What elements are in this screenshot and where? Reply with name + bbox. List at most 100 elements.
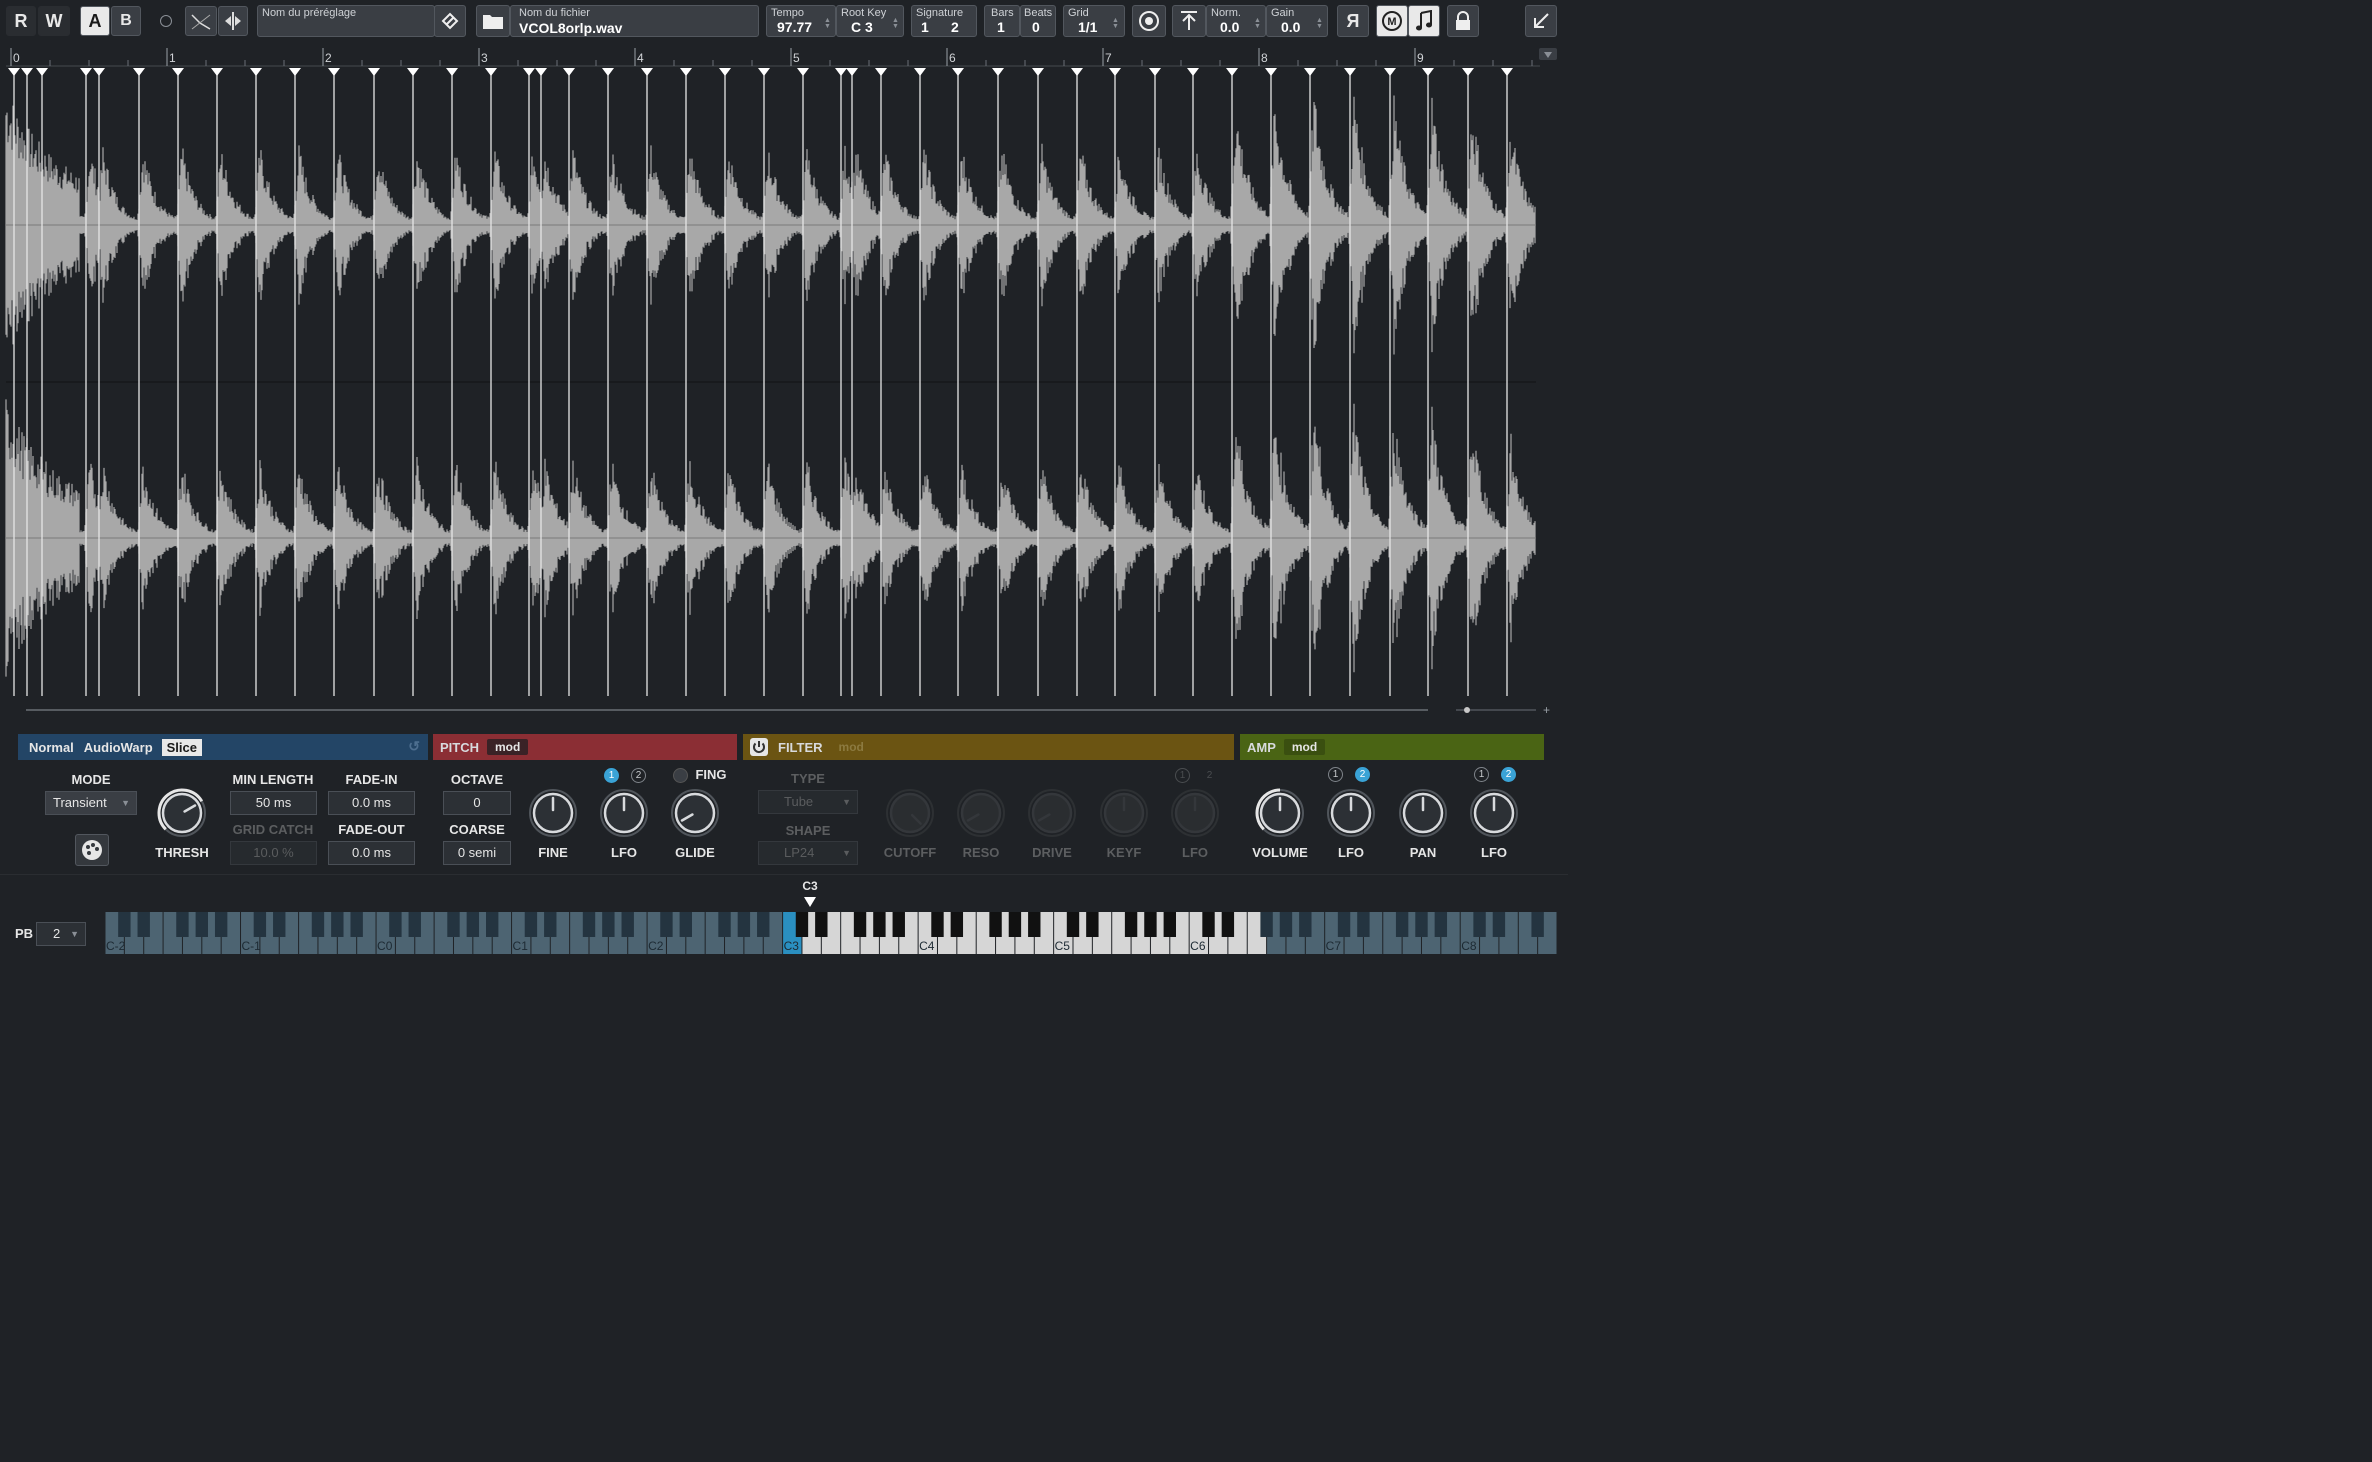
tab-audiowarp[interactable]: AudioWarp	[79, 738, 158, 757]
amp-lfo2-badge-a[interactable]: 2	[1355, 767, 1370, 782]
black-key	[602, 912, 615, 937]
black-key	[1260, 912, 1273, 937]
pb-value: 2	[53, 926, 61, 941]
black-key	[621, 912, 634, 937]
amp-lfo1-knob[interactable]	[1325, 787, 1377, 839]
pb-label: PB	[14, 926, 34, 941]
amp-lfo2-badge-b[interactable]: 2	[1501, 767, 1516, 782]
glide-knob[interactable]	[669, 787, 721, 839]
piano-keyboard[interactable]: C-2 C-1 C0 C1 C2 C3 C4 C5 C6 C7 C8	[105, 912, 1557, 954]
chevron-down-icon: ▼	[842, 797, 851, 807]
fade-out-field[interactable]: 0.0 ms	[328, 841, 415, 865]
tab-normal[interactable]: Normal	[24, 738, 79, 757]
pitch-lfo1-badge[interactable]: 1	[604, 768, 619, 783]
grid-catch-field: 10.0 %	[230, 841, 317, 865]
octave-label: C2	[648, 939, 664, 953]
filter-lfo-label: LFO	[1182, 845, 1208, 860]
filter-type-dropdown: Tube ▼	[758, 790, 858, 814]
volume-knob[interactable]	[1254, 787, 1306, 839]
min-length-label: MIN LENGTH	[232, 772, 314, 787]
filter-header: FILTER mod	[743, 734, 1234, 760]
black-key	[1434, 912, 1448, 937]
black-key	[1279, 912, 1293, 937]
keyf-label: KEYF	[1106, 845, 1142, 860]
reset-icon[interactable]: ↺	[408, 738, 420, 755]
pitch-lfo-label: LFO	[611, 845, 637, 860]
pitch-lfo-knob[interactable]	[598, 787, 650, 839]
black-key	[389, 912, 402, 937]
mode-label: MODE	[71, 772, 111, 787]
bar-number: 7	[1105, 51, 1112, 65]
filter-lfo2-badge: 2	[1206, 770, 1213, 781]
black-key	[1202, 912, 1215, 937]
octave-label: C-2	[106, 939, 126, 953]
min-length-field[interactable]: 50 ms	[230, 791, 317, 815]
filter-type-label: TYPE	[791, 771, 825, 786]
pitch-lfo2-badge[interactable]: 2	[631, 768, 646, 783]
waveform-display[interactable]: 0 1 2 3 4 5 6 7 8 9 +	[0, 0, 1568, 720]
fine-knob[interactable]	[527, 787, 579, 839]
bar-number: 2	[325, 51, 332, 65]
pitch-mod-button[interactable]: mod	[487, 739, 529, 755]
octave-field[interactable]: 0	[443, 791, 511, 815]
coarse-field[interactable]: 0 semi	[443, 841, 511, 865]
root-note-marker: C3	[802, 879, 818, 893]
fade-in-label: FADE-IN	[345, 772, 398, 787]
pan-knob[interactable]	[1397, 787, 1449, 839]
bar-number: 9	[1417, 51, 1424, 65]
filter-mod-button[interactable]: mod	[830, 739, 872, 755]
fing-toggle-icon[interactable]	[673, 768, 688, 783]
pan-label: PAN	[1409, 845, 1437, 860]
black-key	[311, 912, 325, 937]
black-key	[679, 912, 692, 937]
octave-label: OCTAVE	[450, 772, 504, 787]
black-key	[989, 912, 1002, 937]
black-key	[1028, 912, 1041, 937]
palette-button[interactable]	[75, 834, 109, 866]
black-key	[1357, 912, 1370, 937]
amp-lfo1-badge-a[interactable]: 1	[1328, 767, 1343, 782]
black-key	[950, 912, 964, 937]
thresh-label: THRESH	[155, 845, 209, 860]
black-key	[253, 912, 267, 937]
black-key	[1415, 912, 1428, 937]
amp-header: AMP mod	[1240, 734, 1544, 760]
black-key	[582, 912, 596, 937]
black-key	[1066, 912, 1080, 937]
filter-lfo1-badge: 1	[1175, 768, 1190, 783]
black-key	[1299, 912, 1312, 937]
filter-type-value: Tube	[784, 794, 814, 809]
black-key	[1531, 912, 1544, 937]
fine-label: FINE	[538, 845, 568, 860]
tab-slice[interactable]: Slice	[161, 738, 202, 756]
black-key	[795, 912, 809, 937]
fade-in-field[interactable]: 0.0 ms	[328, 791, 415, 815]
chevron-down-icon: ▼	[70, 929, 79, 939]
amp-lfo2-knob[interactable]	[1468, 787, 1520, 839]
fing-label: FING	[695, 767, 727, 782]
thresh-knob[interactable]	[156, 787, 208, 839]
black-key	[137, 912, 150, 937]
reso-label: RESO	[962, 845, 1000, 860]
black-key	[737, 912, 751, 937]
octave-label: C3	[784, 939, 800, 953]
black-key	[118, 912, 131, 937]
playback-mode-header: Normal AudioWarp Slice ↺	[18, 734, 428, 760]
black-key	[486, 912, 499, 937]
palette-icon	[82, 840, 102, 860]
amp-lfo1-badge-b[interactable]: 1	[1474, 767, 1489, 782]
ruler-collapse-icon[interactable]	[1539, 48, 1557, 60]
bar-number: 6	[949, 51, 956, 65]
black-key	[873, 912, 886, 937]
black-key	[718, 912, 731, 937]
glide-label: GLIDE	[675, 845, 715, 860]
pb-range-dropdown[interactable]: 2 ▼	[36, 922, 86, 946]
mode-dropdown[interactable]: Transient ▼	[45, 791, 137, 815]
bar-number: 4	[637, 51, 644, 65]
octave-label: C4	[919, 939, 935, 953]
octave-label: C7	[1326, 939, 1342, 953]
black-key	[1337, 912, 1351, 937]
filter-power-icon[interactable]	[750, 738, 768, 756]
octave-label: C8	[1461, 939, 1477, 953]
amp-mod-button[interactable]: mod	[1283, 739, 1326, 755]
